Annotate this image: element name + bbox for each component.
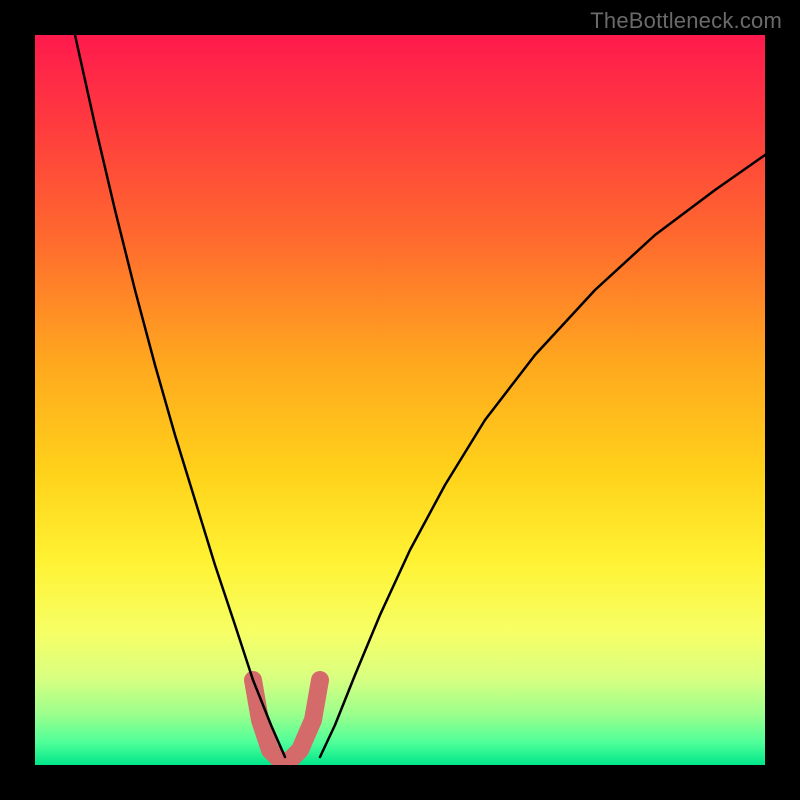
bottleneck-curve-left: [75, 35, 285, 757]
plot-area: [35, 35, 765, 765]
curve-layer: [35, 35, 765, 765]
bottleneck-curve-right: [320, 155, 765, 757]
highlight-band: [253, 680, 320, 765]
chart-frame: TheBottleneck.com: [0, 0, 800, 800]
watermark-text: TheBottleneck.com: [590, 8, 782, 34]
